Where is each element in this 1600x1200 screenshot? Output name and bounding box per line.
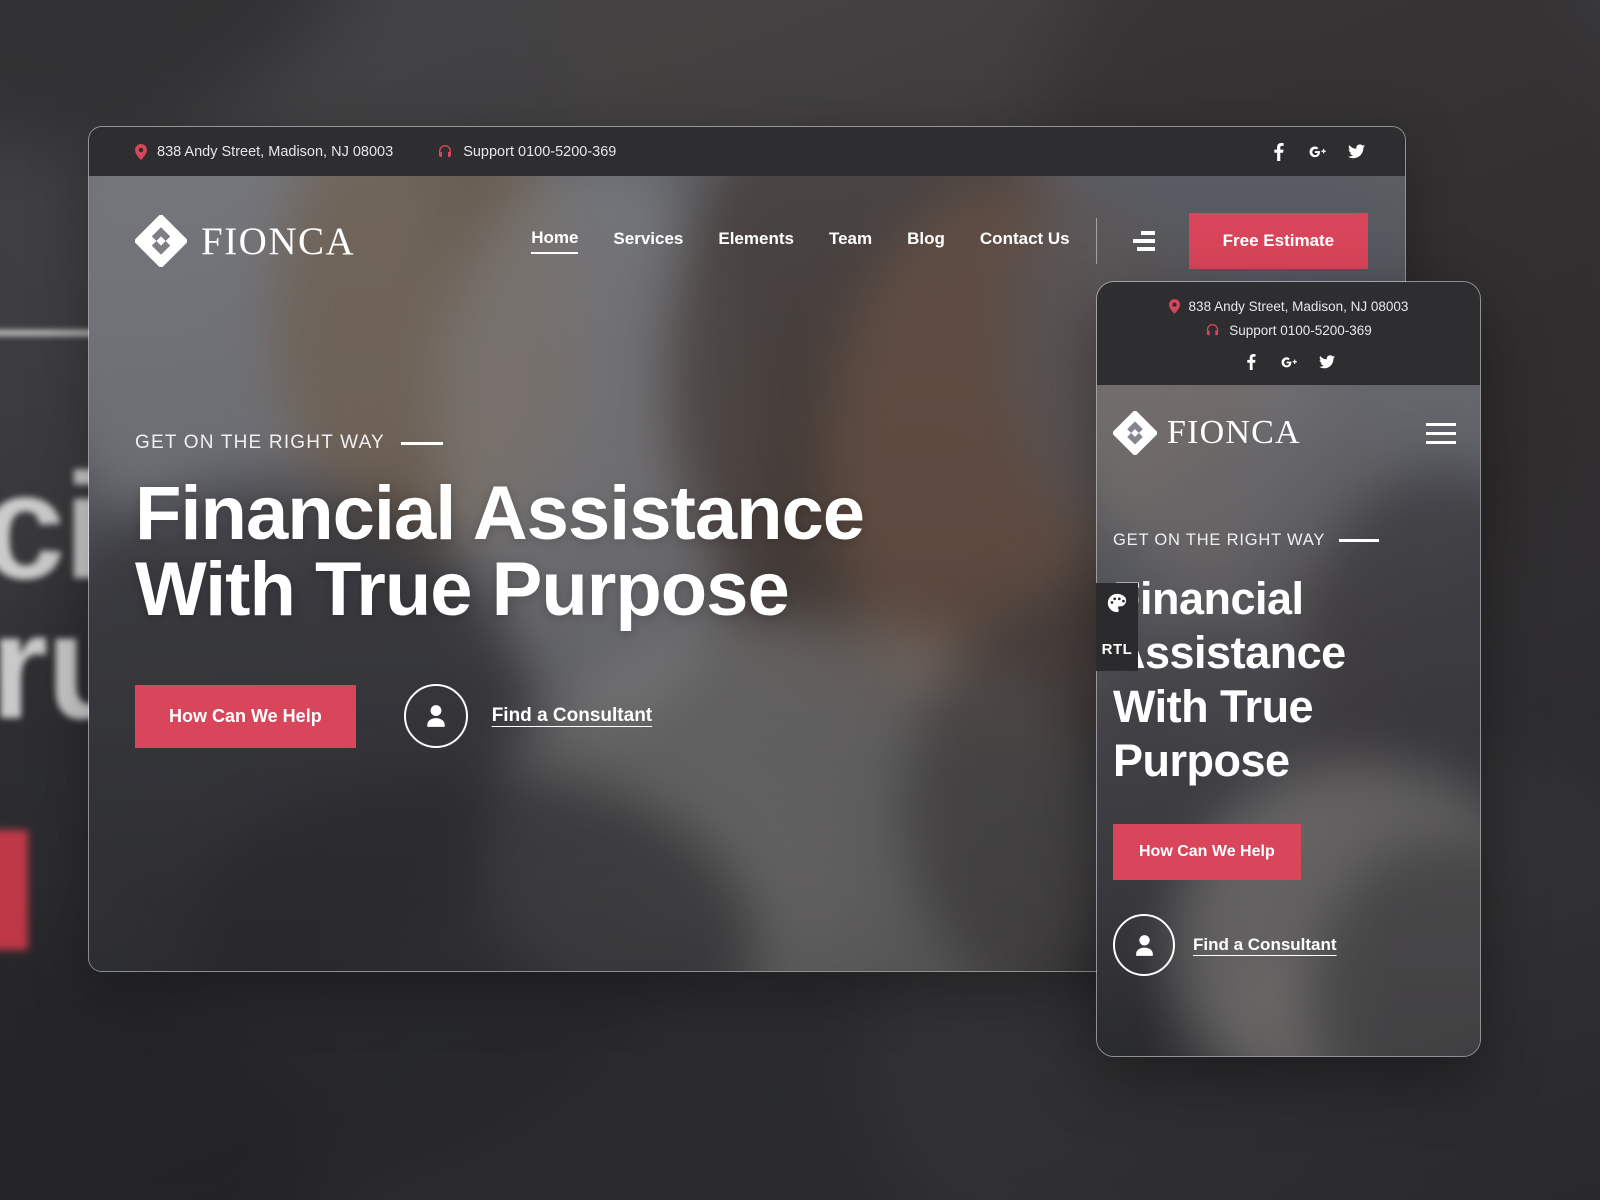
mobile-topbar-address: 838 Andy Street, Madison, NJ 08003 [1097,299,1480,314]
mobile-hero-section: GET ON THE RIGHT WAY Financial Assistanc… [1097,531,1480,976]
brand-logo[interactable]: FIONCA [134,214,356,268]
google-plus-icon[interactable] [1309,145,1326,159]
headset-icon [1205,323,1220,338]
nav-item-contact-us[interactable]: Contact Us [980,229,1070,253]
hero-eyebrow-text: GET ON THE RIGHT WAY [135,432,385,453]
hero-title-line-2: With True Purpose [135,547,790,632]
headset-icon [437,144,453,160]
mobile-hero-eyebrow: GET ON THE RIGHT WAY [1113,531,1480,550]
mobile-how-can-we-help-button[interactable]: How Can We Help [1113,824,1301,880]
nav-item-blog[interactable]: Blog [907,229,945,253]
location-pin-icon [135,143,147,160]
hero-title: Financial Assistance With True Purpose [135,476,965,628]
hero-title-line-1: Financial Assistance [135,471,865,556]
mobile-hero-eyebrow-text: GET ON THE RIGHT WAY [1113,531,1326,549]
rtl-toggle-button[interactable]: RTL [1096,627,1138,671]
mobile-find-a-consultant-link[interactable]: Find a Consultant [1193,935,1337,955]
how-can-we-help-button[interactable]: How Can We Help [135,684,356,748]
mobile-navbar: FIONCA [1097,385,1480,456]
mobile-hero-eyebrow-dash [1339,539,1380,542]
user-avatar-icon [1113,914,1175,976]
desktop-topbar: 838 Andy Street, Madison, NJ 08003 Suppo… [89,127,1405,176]
topbar-address: 838 Andy Street, Madison, NJ 08003 [135,143,394,160]
demo-style-switcher: RTL [1096,583,1138,671]
twitter-icon[interactable] [1318,355,1335,369]
facebook-icon[interactable] [1270,142,1287,161]
brand-name: FIONCA [201,219,356,263]
nav-item-home[interactable]: Home [531,228,579,254]
topbar-address-text: 838 Andy Street, Madison, NJ 08003 [157,143,394,160]
fionca-diamond-logo-icon [134,214,188,268]
mobile-hero-title: Financial Assistance With True Purpose [1113,573,1346,786]
user-avatar-icon [403,684,468,748]
find-a-consultant-link[interactable]: Find a Consultant [492,705,652,727]
nav-item-team[interactable]: Team [829,229,872,253]
mobile-topbar-social-links [1097,354,1480,370]
backdrop-ghost-accent [0,830,28,950]
color-palette-icon [1106,592,1128,619]
hamburger-menu-icon[interactable] [1132,231,1155,251]
free-estimate-button[interactable]: Free Estimate [1188,213,1369,269]
mobile-topbar-support-text: Support 0100-5200-369 [1229,323,1372,338]
facebook-icon[interactable] [1243,354,1259,370]
nav-item-elements[interactable]: Elements [718,229,794,253]
twitter-icon[interactable] [1348,144,1365,159]
mobile-brand-logo[interactable]: FIONCA [1112,410,1301,456]
fionca-diamond-logo-icon [1112,410,1158,456]
mobile-brand-name: FIONCA [1167,414,1301,451]
topbar-support: Support 0100-5200-369 [437,144,616,160]
hero-eyebrow-dash [400,441,443,445]
color-palette-toggle-button[interactable] [1096,583,1138,627]
topbar-social-links [1270,142,1365,161]
mobile-topbar: 838 Andy Street, Madison, NJ 08003 Suppo… [1097,282,1480,385]
mobile-topbar-address-text: 838 Andy Street, Madison, NJ 08003 [1188,299,1409,314]
topbar-support-text: Support 0100-5200-369 [463,143,617,160]
mobile-hamburger-menu-icon[interactable] [1426,422,1456,444]
find-a-consultant-action[interactable]: Find a Consultant [403,684,652,748]
mobile-find-a-consultant-action[interactable]: Find a Consultant [1113,914,1480,976]
google-plus-icon[interactable] [1281,356,1297,369]
mobile-topbar-support: Support 0100-5200-369 [1097,323,1480,338]
primary-nav: Home Services Elements Team Blog Contact… [531,228,1070,254]
nav-item-services[interactable]: Services [613,229,683,253]
nav-divider [1095,218,1097,264]
location-pin-icon [1168,299,1180,314]
mobile-preview-frame: 838 Andy Street, Madison, NJ 08003 Suppo… [1096,281,1481,1057]
